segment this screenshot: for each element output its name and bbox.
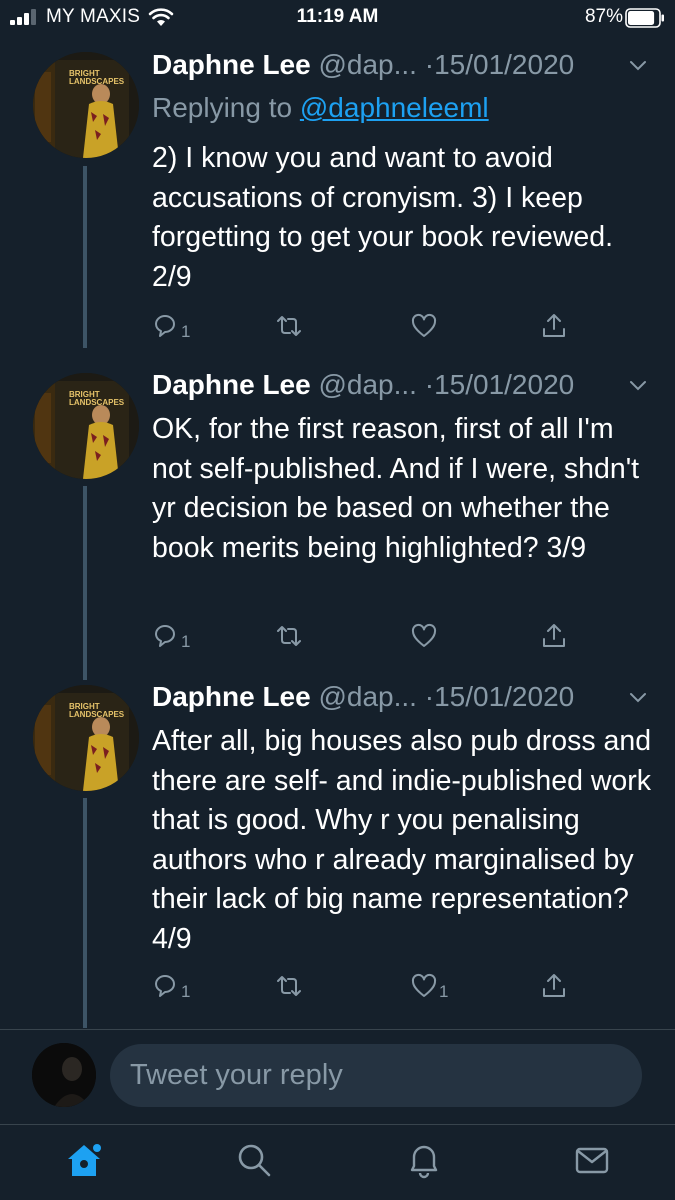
retweet-icon — [277, 316, 301, 336]
replying-to-label: Replying to — [152, 92, 300, 123]
avatar[interactable]: BRIGHT LANDSCAPES — [33, 373, 139, 479]
separator: · — [424, 49, 435, 80]
author-handle[interactable]: @dap... — [318, 369, 416, 400]
heart-icon — [411, 973, 437, 997]
tweet[interactable]: BRIGHT LANDSCAPES Daphne Lee @dap... ·15… — [0, 48, 675, 348]
thread-line — [83, 486, 87, 680]
tab-home[interactable] — [64, 1140, 104, 1180]
search-icon — [238, 1144, 271, 1177]
thread-line — [83, 166, 87, 348]
tweet-header: Daphne Lee @dap... ·15/01/2020 — [152, 680, 657, 720]
book-cover-image: BRIGHT LANDSCAPES — [33, 52, 139, 158]
like-button[interactable]: 1 — [410, 970, 448, 1000]
tweet-date[interactable]: 15/01/2020 — [434, 369, 574, 400]
tab-bar — [0, 1125, 675, 1200]
tweet[interactable]: BRIGHT LANDSCAPES Daphne Lee @dap... ·15… — [0, 680, 675, 1028]
svg-text:LANDSCAPES: LANDSCAPES — [69, 398, 125, 407]
replying-to: Replying to @daphneleeml — [152, 91, 489, 125]
tweet-actions: 1 — [152, 620, 582, 654]
author-name[interactable]: Daphne Lee — [152, 369, 311, 400]
author-name[interactable]: Daphne Lee — [152, 49, 311, 80]
share-button[interactable] — [540, 970, 568, 1000]
reply-icon — [155, 315, 175, 337]
reply-button[interactable]: 1 — [152, 620, 190, 650]
retweet-button[interactable] — [275, 310, 303, 340]
reply-icon — [155, 625, 175, 647]
avatar[interactable]: BRIGHT LANDSCAPES — [33, 685, 139, 791]
notifications-icon — [410, 1145, 438, 1179]
like-button[interactable] — [410, 310, 439, 340]
retweet-icon — [277, 626, 301, 646]
chevron-down-icon[interactable] — [629, 692, 647, 704]
like-count: 1 — [439, 982, 449, 1001]
tweet-header: Daphne Lee @dap... ·15/01/2020 — [152, 368, 657, 408]
heart-icon — [411, 313, 437, 337]
tweet-actions: 1 1 — [152, 970, 582, 1004]
tweet[interactable]: BRIGHT LANDSCAPES Daphne Lee @dap... ·15… — [0, 368, 675, 680]
book-cover-image: BRIGHT LANDSCAPES — [33, 685, 139, 791]
reply-count: 1 — [181, 982, 191, 1001]
chevron-down-icon[interactable] — [629, 380, 647, 392]
reply-button[interactable]: 1 — [152, 310, 190, 340]
author-name[interactable]: Daphne Lee — [152, 681, 311, 712]
replying-to-handle-link[interactable]: @daphneleeml — [300, 92, 489, 123]
avatar[interactable]: BRIGHT LANDSCAPES — [33, 52, 139, 158]
svg-text:LANDSCAPES: LANDSCAPES — [69, 710, 125, 719]
battery-percent: 87% — [584, 6, 623, 27]
separator: · — [424, 681, 435, 712]
status-bar: MY MAXIS 11:19 AM 87% — [0, 0, 675, 34]
tab-messages[interactable] — [572, 1140, 612, 1180]
clock: 11:19 AM — [296, 6, 379, 27]
retweet-button[interactable] — [275, 620, 303, 650]
chevron-down-icon[interactable] — [629, 60, 647, 72]
tweet-header: Daphne Lee @dap... ·15/01/2020 — [152, 48, 657, 88]
retweet-button[interactable] — [275, 970, 303, 1000]
tweet-actions: 1 — [152, 310, 582, 344]
tab-search[interactable] — [234, 1140, 274, 1180]
share-icon — [543, 624, 565, 647]
reply-count: 1 — [181, 632, 191, 651]
reply-button[interactable]: 1 — [152, 970, 190, 1000]
svg-text:LANDSCAPES: LANDSCAPES — [69, 77, 125, 86]
tweet-date[interactable]: 15/01/2020 — [434, 681, 574, 712]
tweet-text: 2) I know you and want to avoid accusati… — [152, 142, 614, 293]
share-button[interactable] — [540, 310, 568, 340]
messages-icon — [575, 1147, 609, 1174]
book-cover-image: BRIGHT LANDSCAPES — [33, 373, 139, 479]
tweet-text: After all, big houses also pub dross and… — [152, 725, 652, 955]
share-icon — [543, 974, 565, 997]
reply-count: 1 — [181, 322, 191, 341]
separator: · — [424, 369, 435, 400]
home-icon — [68, 1144, 101, 1176]
heart-icon — [411, 623, 437, 647]
reply-icon — [155, 975, 175, 997]
retweet-icon — [277, 976, 301, 996]
share-button[interactable] — [540, 620, 568, 650]
tab-notifications[interactable] — [404, 1140, 444, 1180]
share-icon — [543, 314, 565, 337]
author-handle[interactable]: @dap... — [318, 681, 416, 712]
tweet-text: OK, for the first reason, first of all I… — [152, 413, 640, 564]
user-avatar-image — [32, 1043, 96, 1107]
reply-input[interactable]: Tweet your reply — [110, 1044, 642, 1107]
divider — [0, 1029, 675, 1030]
tweet-date[interactable]: 15/01/2020 — [434, 49, 574, 80]
battery-icon — [625, 8, 664, 28]
thread-line — [83, 798, 87, 1028]
like-button[interactable] — [410, 620, 439, 650]
author-handle[interactable]: @dap... — [318, 49, 416, 80]
user-avatar[interactable] — [32, 1043, 96, 1107]
